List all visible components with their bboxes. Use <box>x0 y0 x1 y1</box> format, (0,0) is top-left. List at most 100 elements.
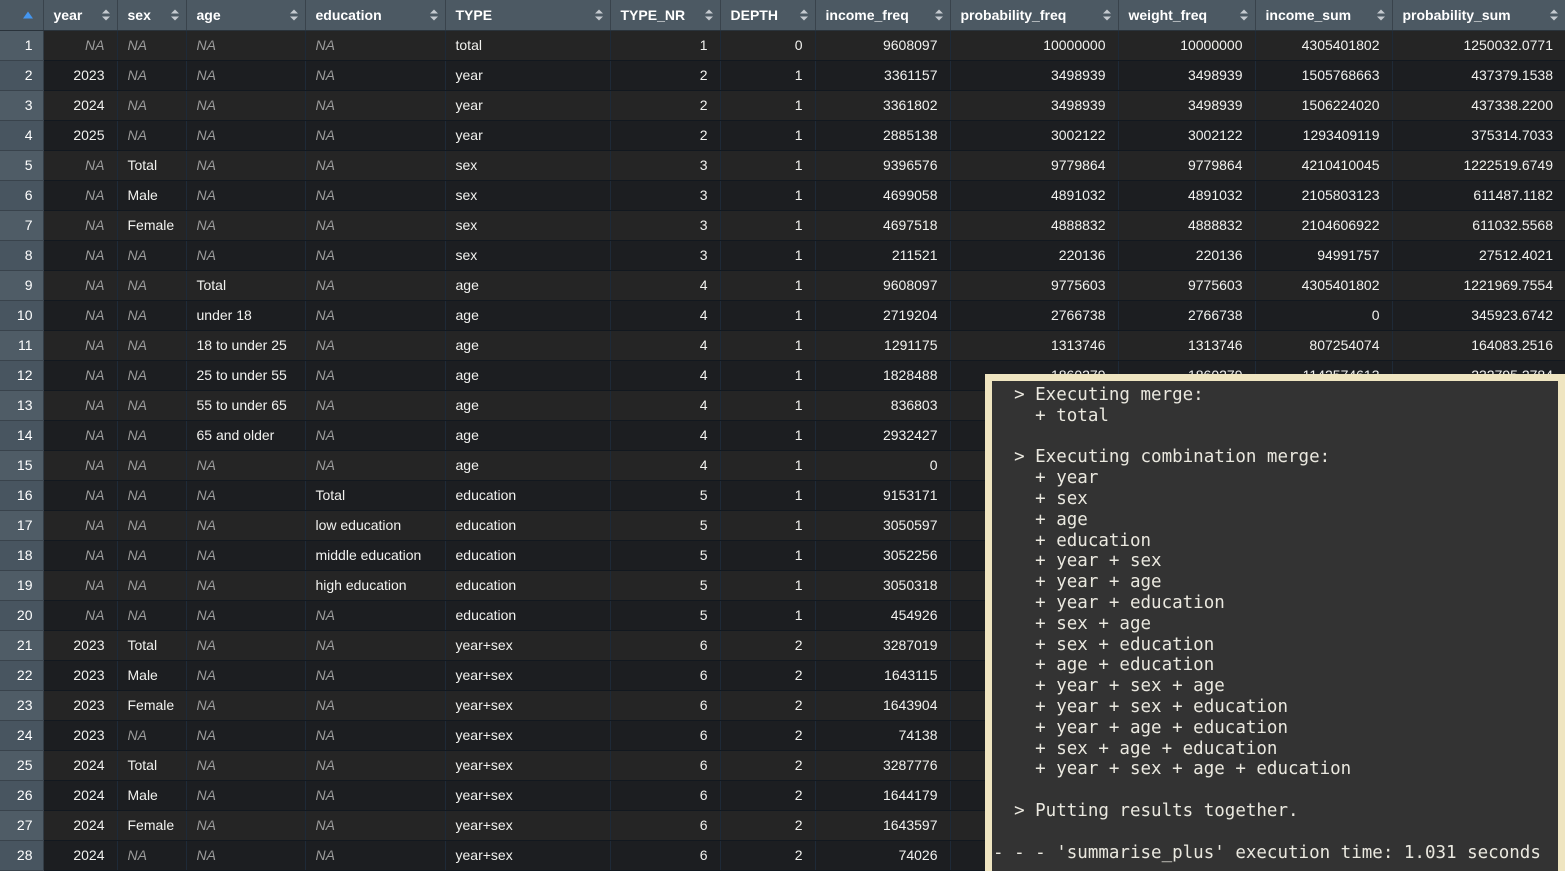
cell-weight_freq: 220136 <box>1118 240 1255 270</box>
cell-year: NA <box>43 600 117 630</box>
column-label: age <box>197 7 221 23</box>
cell-probability_sum: 611032.5568 <box>1392 210 1565 240</box>
cell-sex: NA <box>117 720 186 750</box>
table-row: 11NANA18 to under 25NAage411291175131374… <box>0 330 1565 360</box>
cell-education: NA <box>305 420 445 450</box>
sort-arrows-icon <box>705 9 713 20</box>
column-header-TYPE[interactable]: TYPE <box>445 0 610 30</box>
cell-year: 2023 <box>43 60 117 90</box>
row-number: 21 <box>0 630 43 660</box>
sort-arrows-icon <box>430 9 438 20</box>
column-header-weight_freq[interactable]: weight_freq <box>1118 0 1255 30</box>
cell-income_sum: 4210410045 <box>1255 150 1392 180</box>
cell-TYPE_NR: 6 <box>610 720 720 750</box>
column-header-age[interactable]: age <box>186 0 305 30</box>
cell-age: NA <box>186 180 305 210</box>
cell-year: NA <box>43 150 117 180</box>
cell-age: NA <box>186 630 305 660</box>
cell-year: NA <box>43 420 117 450</box>
cell-income_freq: 74026 <box>815 840 950 870</box>
cell-income_freq: 3050597 <box>815 510 950 540</box>
cell-DEPTH: 1 <box>720 390 815 420</box>
cell-TYPE_NR: 3 <box>610 180 720 210</box>
console-line: + year + age <box>993 572 1558 593</box>
cell-probability_freq: 4888832 <box>950 210 1118 240</box>
cell-age: NA <box>186 30 305 60</box>
cell-year: NA <box>43 450 117 480</box>
cell-TYPE: year+sex <box>445 660 610 690</box>
cell-age: NA <box>186 210 305 240</box>
cell-age: NA <box>186 660 305 690</box>
cell-DEPTH: 1 <box>720 60 815 90</box>
console-line: + year + education <box>993 593 1558 614</box>
cell-income_freq: 1643904 <box>815 690 950 720</box>
cell-DEPTH: 2 <box>720 630 815 660</box>
cell-probability_freq: 10000000 <box>950 30 1118 60</box>
cell-education: NA <box>305 330 445 360</box>
cell-education: NA <box>305 660 445 690</box>
table-row: 6NAMaleNANAsex31469905848910324891032210… <box>0 180 1565 210</box>
column-label: TYPE_NR <box>621 7 686 23</box>
cell-TYPE: year+sex <box>445 840 610 870</box>
cell-income_freq: 74138 <box>815 720 950 750</box>
console-line: + sex + education <box>993 635 1558 656</box>
cell-sex: NA <box>117 30 186 60</box>
cell-income_freq: 9153171 <box>815 480 950 510</box>
console-line: + year + sex <box>993 551 1558 572</box>
row-number: 6 <box>0 180 43 210</box>
row-index-header[interactable] <box>0 0 43 30</box>
column-label: TYPE <box>456 7 493 23</box>
cell-weight_freq: 3498939 <box>1118 90 1255 120</box>
cell-income_freq: 1643115 <box>815 660 950 690</box>
cell-DEPTH: 2 <box>720 690 815 720</box>
cell-TYPE_NR: 6 <box>610 630 720 660</box>
cell-probability_sum: 611487.1182 <box>1392 180 1565 210</box>
cell-education: NA <box>305 810 445 840</box>
cell-DEPTH: 1 <box>720 210 815 240</box>
cell-education: Total <box>305 480 445 510</box>
cell-year: NA <box>43 180 117 210</box>
cell-TYPE: sex <box>445 240 610 270</box>
cell-TYPE: year+sex <box>445 810 610 840</box>
cell-sex: Male <box>117 660 186 690</box>
cell-DEPTH: 1 <box>720 240 815 270</box>
cell-TYPE_NR: 3 <box>610 210 720 240</box>
cell-age: NA <box>186 750 305 780</box>
cell-year: 2023 <box>43 720 117 750</box>
cell-education: high education <box>305 570 445 600</box>
column-header-DEPTH[interactable]: DEPTH <box>720 0 815 30</box>
cell-income_freq: 1644179 <box>815 780 950 810</box>
column-header-education[interactable]: education <box>305 0 445 30</box>
cell-TYPE_NR: 4 <box>610 450 720 480</box>
sort-arrows-icon <box>171 9 179 20</box>
cell-sex: Female <box>117 810 186 840</box>
cell-income_sum: 1293409119 <box>1255 120 1392 150</box>
column-header-sex[interactable]: sex <box>117 0 186 30</box>
column-header-income_freq[interactable]: income_freq <box>815 0 950 30</box>
cell-age: NA <box>186 840 305 870</box>
cell-education: NA <box>305 390 445 420</box>
cell-age: NA <box>186 570 305 600</box>
sort-ascending-icon <box>23 11 33 18</box>
cell-DEPTH: 1 <box>720 180 815 210</box>
column-header-probability_freq[interactable]: probability_freq <box>950 0 1118 30</box>
console-line: - - - 'summarise_plus' execution time: 1… <box>993 843 1558 864</box>
column-header-income_sum[interactable]: income_sum <box>1255 0 1392 30</box>
cell-DEPTH: 1 <box>720 270 815 300</box>
cell-income_freq: 2885138 <box>815 120 950 150</box>
cell-age: 18 to under 25 <box>186 330 305 360</box>
row-number: 24 <box>0 720 43 750</box>
cell-income_freq: 9396576 <box>815 150 950 180</box>
cell-year: 2024 <box>43 90 117 120</box>
cell-income_freq: 1291175 <box>815 330 950 360</box>
cell-age: 25 to under 55 <box>186 360 305 390</box>
table-row: 9NANATotalNAage4196080979775603977560343… <box>0 270 1565 300</box>
cell-year: 2024 <box>43 840 117 870</box>
cell-sex: NA <box>117 240 186 270</box>
cell-TYPE: age <box>445 420 610 450</box>
cell-year: NA <box>43 300 117 330</box>
column-header-year[interactable]: year <box>43 0 117 30</box>
cell-year: 2023 <box>43 690 117 720</box>
column-header-TYPE_NR[interactable]: TYPE_NR <box>610 0 720 30</box>
column-header-probability_sum[interactable]: probability_sum <box>1392 0 1565 30</box>
